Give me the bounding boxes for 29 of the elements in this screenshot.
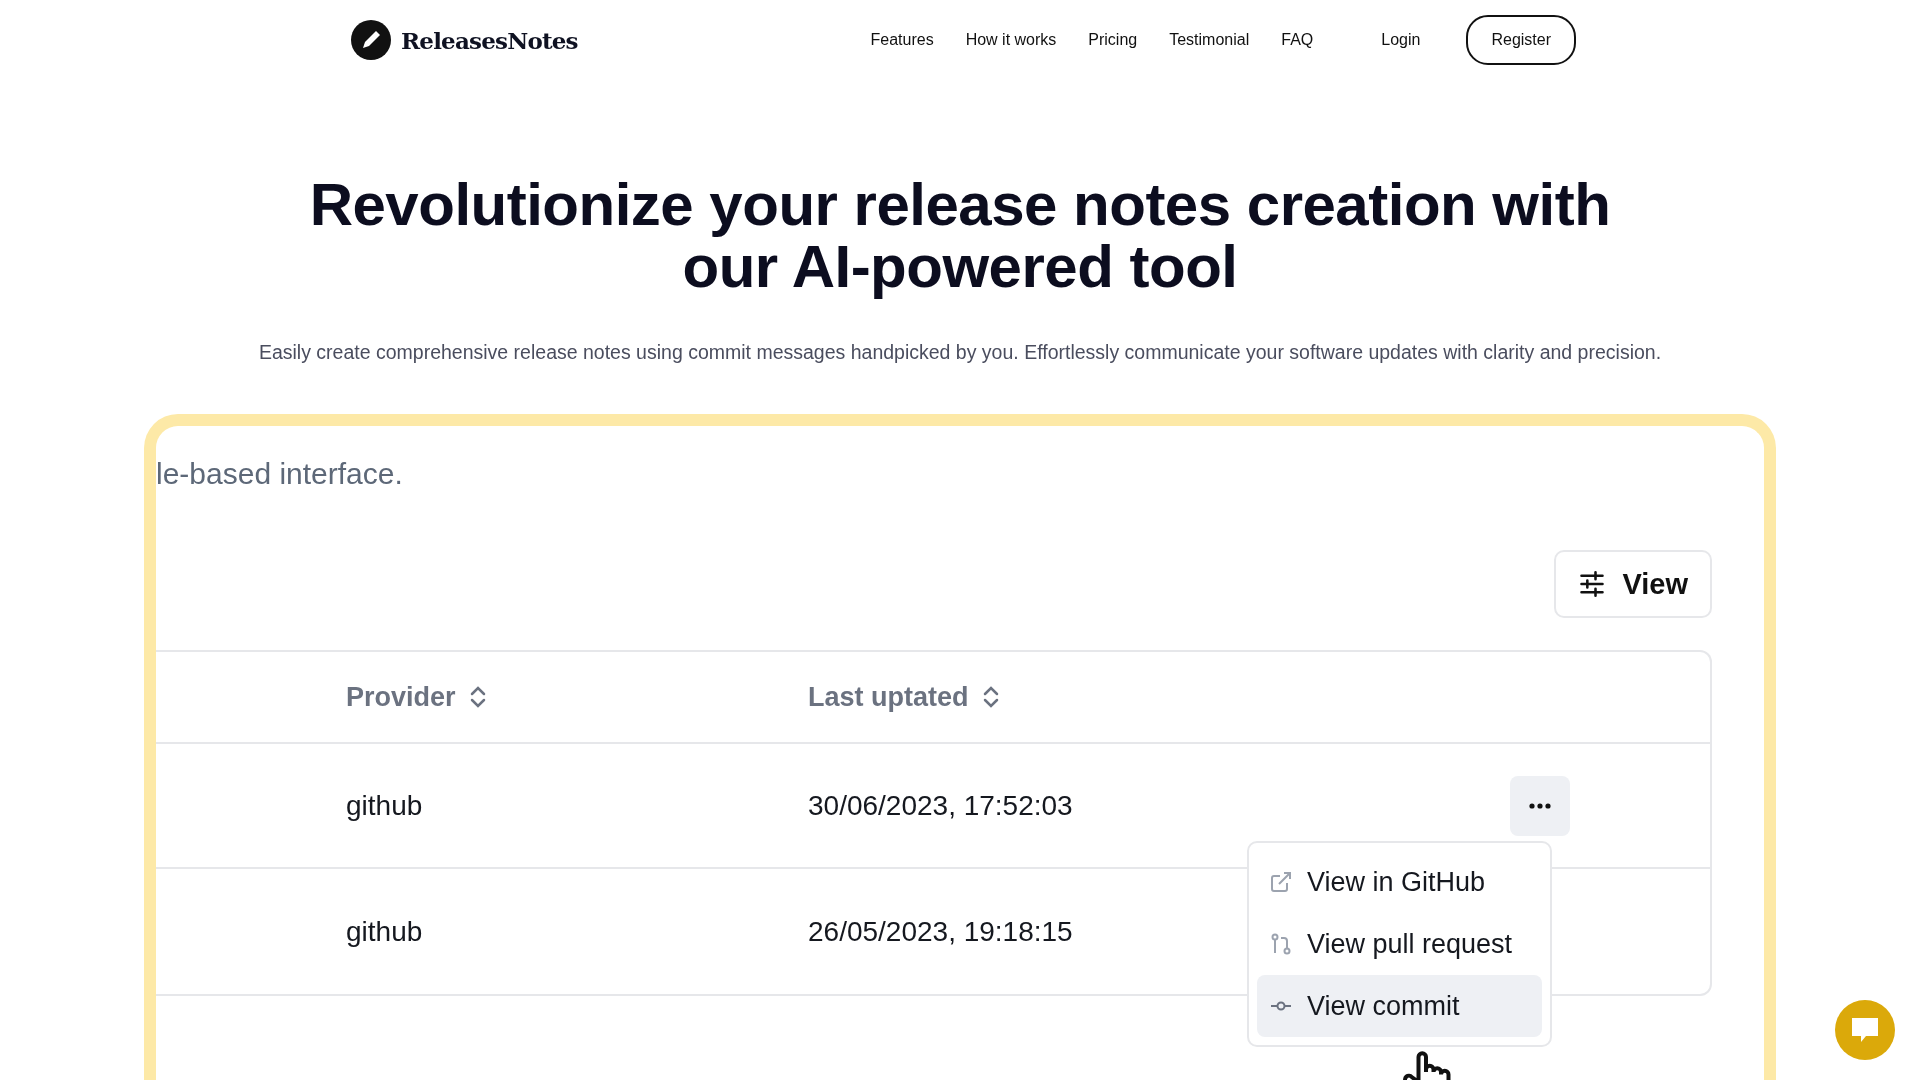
nav-link[interactable]: Pricing bbox=[1088, 31, 1138, 49]
provider-cell: github bbox=[346, 789, 423, 822]
date-cell: 30/06/2023, 17:52:03 bbox=[808, 789, 1073, 822]
pull-request-icon bbox=[1269, 932, 1293, 956]
column-header[interactable]: Last uptated bbox=[808, 681, 969, 713]
nav-link[interactable]: How it works bbox=[965, 31, 1057, 49]
sort-icon[interactable] bbox=[469, 685, 486, 709]
column-header[interactable]: Provider bbox=[346, 681, 456, 713]
menu-item[interactable]: View commit bbox=[1257, 975, 1542, 1037]
chat-bubble-icon bbox=[1850, 1016, 1880, 1044]
hero-subtitle: Easily create comprehensive release notes using commit messages handpicked by you. Effortlessly communicate your software updates with clarity and precision. bbox=[258, 340, 1662, 365]
external-link-icon bbox=[1269, 870, 1293, 894]
sort-icon[interactable] bbox=[982, 685, 999, 709]
hero-title: Revolutionize your release notes creation with our AI-powered tool bbox=[308, 174, 1612, 298]
sliders-icon bbox=[1578, 570, 1607, 598]
date-cell: 26/05/2023, 19:18:15 bbox=[808, 915, 1073, 948]
pen-logo-icon[interactable] bbox=[351, 20, 391, 60]
view-button[interactable]: View bbox=[1554, 550, 1712, 618]
menu-item[interactable]: View in GitHub bbox=[1257, 851, 1542, 913]
menu-item[interactable]: View pull request bbox=[1257, 913, 1542, 975]
register-button[interactable]: Register bbox=[1466, 15, 1576, 65]
nav-link[interactable]: Features bbox=[870, 31, 934, 49]
nav-link[interactable]: Testimonial bbox=[1169, 31, 1250, 49]
brand-name[interactable]: ReleasesNotes bbox=[401, 26, 578, 54]
login-link[interactable]: Login bbox=[1381, 31, 1421, 49]
ellipsis-icon bbox=[1529, 802, 1551, 809]
nav-link[interactable]: FAQ bbox=[1281, 31, 1314, 49]
caption-text: le-based interface. bbox=[156, 456, 404, 492]
provider-cell: github bbox=[346, 915, 423, 948]
